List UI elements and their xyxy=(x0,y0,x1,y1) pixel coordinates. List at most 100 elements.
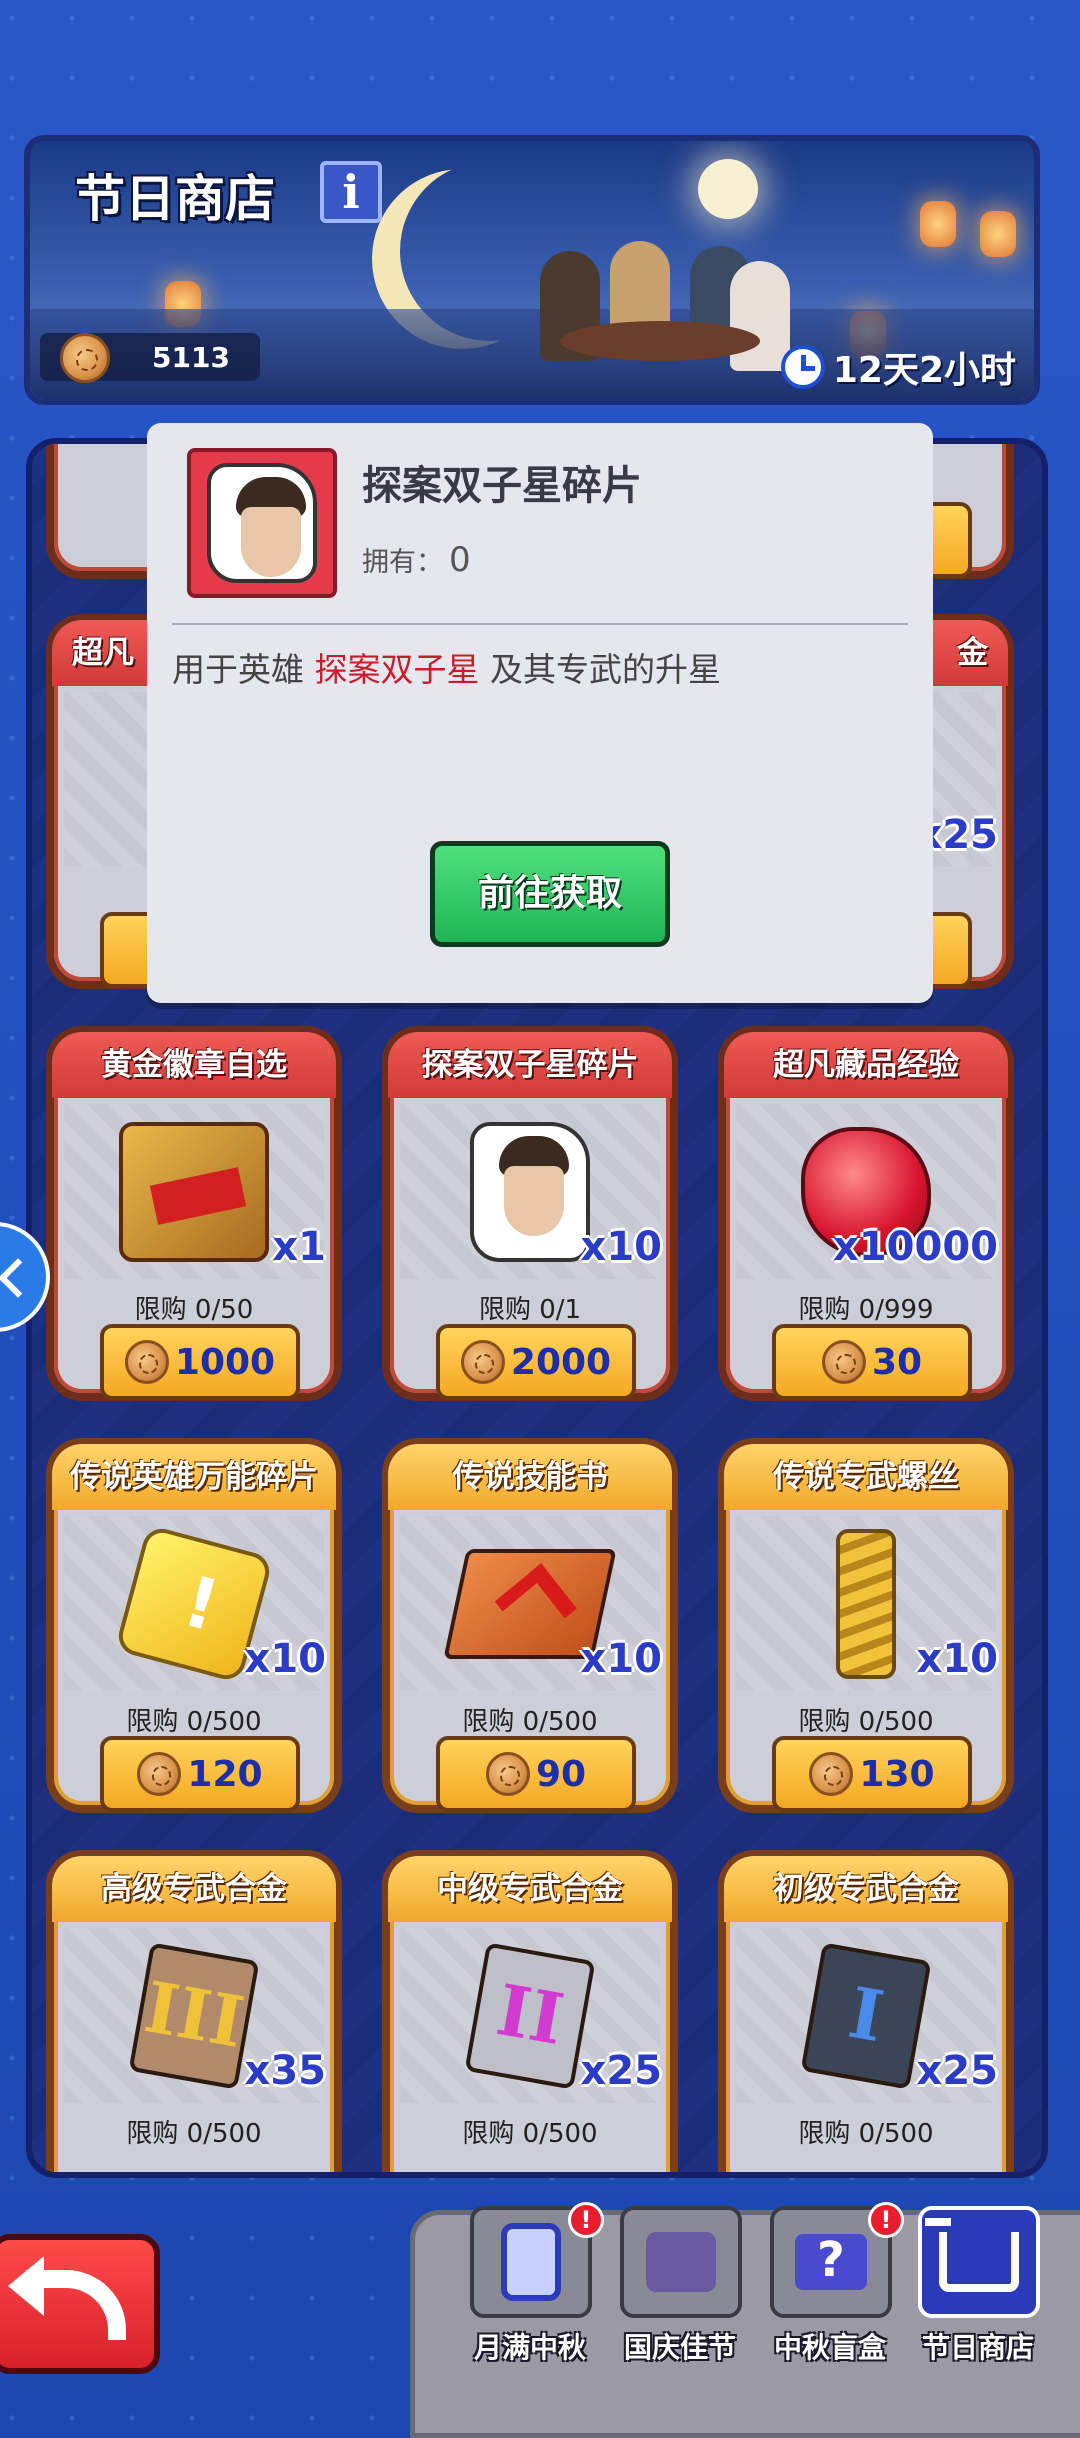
shop-card[interactable]: 传说英雄万能碎片 x10 限购 0/500 120 xyxy=(46,1438,342,1813)
shop-card[interactable]: 高级专武合金 III x35 限购 0/500 xyxy=(46,1850,342,2172)
hero-name-highlight: 探案双子星 xyxy=(314,650,480,689)
nav-tab-label: 月满中秋 xyxy=(473,2331,586,2364)
mystery-box-icon xyxy=(795,2232,867,2290)
nav-tab-label: 节日商店 xyxy=(921,2331,1034,2364)
purchase-limit: 限购 0/500 xyxy=(798,2119,934,2149)
item-quantity: x25 xyxy=(580,2048,662,2094)
card-title: 传说技能书 xyxy=(388,1444,672,1510)
full-moon-illustration xyxy=(698,159,758,219)
alert-badge: ! xyxy=(868,2202,904,2238)
price: 120 xyxy=(187,1753,263,1795)
card-title: 超凡藏品经验 xyxy=(724,1032,1008,1098)
shop-card[interactable]: 黄金徽章自选 x1 限购 0/50 1000 xyxy=(46,1026,342,1401)
owned-count: 拥有： 0 xyxy=(362,540,471,580)
card-title: 高级专武合金 xyxy=(52,1856,336,1922)
price: 130 xyxy=(859,1753,935,1795)
coin-balance-value: 5113 xyxy=(152,341,230,374)
mooncake-coin-icon xyxy=(137,1752,182,1796)
page-title: 节日商店 xyxy=(75,170,275,228)
shop-card[interactable]: 探案双子星碎片 x10 限购 0/1 2000 xyxy=(382,1026,678,1401)
alloy-i-icon: I xyxy=(800,1941,932,2090)
card-title: 初级专武合金 xyxy=(724,1856,1008,1922)
buy-button[interactable]: 1000 xyxy=(100,1324,300,1400)
item-quantity: x10 xyxy=(916,1636,998,1682)
shop-card[interactable]: 初级专武合金 Ix25 限购 0/500 xyxy=(718,1850,1014,2172)
info-button[interactable]: i xyxy=(320,161,382,223)
nav-tab[interactable]: ! 中秋盲盒 xyxy=(760,2202,904,2364)
item-info-popup: 探案双子星碎片 拥有： 0 用于英雄 探案双子星 及其专武的升星 前往获取 xyxy=(147,423,933,1003)
go-obtain-button[interactable]: 前往获取 xyxy=(430,841,670,947)
alert-badge: ! xyxy=(568,2202,604,2238)
event-timer: 12天2小时 xyxy=(780,341,1016,393)
mooncake-coin-icon xyxy=(460,1340,505,1384)
coin-balance: 5113 xyxy=(40,333,260,383)
card-title: 传说专武螺丝 xyxy=(724,1444,1008,1510)
lantern-illustration xyxy=(980,211,1016,257)
table-illustration xyxy=(560,321,760,361)
buy-button[interactable]: 2000 xyxy=(436,1324,636,1400)
purchase-limit: 限购 0/500 xyxy=(798,1707,934,1737)
nav-tab-tile xyxy=(918,2206,1040,2318)
cheers-icon xyxy=(646,2232,716,2292)
nav-tab-label: 国庆佳节 xyxy=(623,2331,736,2364)
nav-tab-tile xyxy=(620,2206,742,2318)
purchase-limit: 限购 0/999 xyxy=(798,1295,934,1325)
buy-button[interactable]: 90 xyxy=(436,1736,636,1812)
mooncake-coin-icon xyxy=(124,1340,169,1384)
back-button[interactable] xyxy=(0,2234,160,2374)
mooncake-coin-icon xyxy=(485,1752,530,1796)
price: 30 xyxy=(871,1341,923,1383)
card-title: 中级专武合金 xyxy=(388,1856,672,1922)
item-quantity: x25 xyxy=(916,2048,998,2094)
divider xyxy=(172,623,908,625)
popup-title: 探案双子星碎片 xyxy=(362,463,642,509)
buy-button[interactable]: 120 xyxy=(100,1736,300,1812)
mooncake-coin-icon xyxy=(809,1752,854,1796)
clock-icon xyxy=(780,345,825,389)
nav-tab[interactable]: 节日商店 xyxy=(908,2206,1048,2364)
item-quantity: x10 xyxy=(244,1636,326,1682)
item-quantity: x10000 xyxy=(833,1224,998,1270)
item-quantity: x1 xyxy=(272,1224,326,1270)
mooncake-coin-icon xyxy=(821,1340,866,1384)
purchase-limit: 限购 0/500 xyxy=(462,2119,598,2149)
buy-button[interactable]: 30 xyxy=(772,1324,972,1400)
detective-portrait-icon xyxy=(470,1121,590,1262)
purchase-limit: 限购 0/50 xyxy=(134,1295,254,1325)
detective-portrait-icon xyxy=(207,463,317,583)
owned-value: 0 xyxy=(449,540,471,580)
calendar-icon xyxy=(501,2223,561,2301)
festival-banner: 节日商店 i 5113 12天2小时 xyxy=(24,135,1040,405)
card-title: 探案双子星碎片 xyxy=(388,1032,672,1098)
owned-label: 拥有： xyxy=(362,547,443,578)
cart-icon xyxy=(925,2218,1019,2292)
mooncake-coin-icon xyxy=(60,333,110,383)
nav-tab[interactable]: ! 月满中秋 xyxy=(460,2202,604,2364)
buy-button[interactable]: 130 xyxy=(772,1736,972,1812)
alloy-ii-icon: II xyxy=(464,1941,596,2090)
item-icon-frame xyxy=(187,448,337,598)
shop-card[interactable]: 传说技能书 x10 限购 0/500 90 xyxy=(382,1438,678,1813)
item-quantity: x10 xyxy=(580,1224,662,1270)
price: 2000 xyxy=(510,1341,612,1383)
lantern-illustration xyxy=(920,201,956,247)
card-title: 传说英雄万能碎片 xyxy=(52,1444,336,1510)
timer-text: 12天2小时 xyxy=(832,350,1016,391)
purchase-limit: 限购 0/500 xyxy=(126,1707,262,1737)
card-title: 黄金徽章自选 xyxy=(52,1032,336,1098)
price: 1000 xyxy=(174,1341,276,1383)
item-description: 用于英雄 探案双子星 及其专武的升星 xyxy=(172,650,721,689)
shop-card[interactable]: 传说专武螺丝 x10 限购 0/500 130 xyxy=(718,1438,1014,1813)
purchase-limit: 限购 0/1 xyxy=(478,1295,582,1325)
price: 90 xyxy=(535,1753,587,1795)
nav-tab[interactable]: 国庆佳节 xyxy=(610,2206,750,2364)
nav-tab-label: 中秋盲盒 xyxy=(773,2331,886,2364)
shop-card[interactable]: 超凡藏品经验 x10000 限购 0/999 30 xyxy=(718,1026,1014,1401)
alloy-iii-icon: III xyxy=(128,1941,260,2090)
shop-card[interactable]: 中级专武合金 II x25 限购 0/500 xyxy=(382,1850,678,2172)
gold-badge-icon xyxy=(119,1121,269,1262)
item-quantity: x10 xyxy=(580,1636,662,1682)
screw-icon xyxy=(836,1528,896,1679)
purchase-limit: 限购 0/500 xyxy=(126,2119,262,2149)
item-quantity: x35 xyxy=(244,2048,326,2094)
